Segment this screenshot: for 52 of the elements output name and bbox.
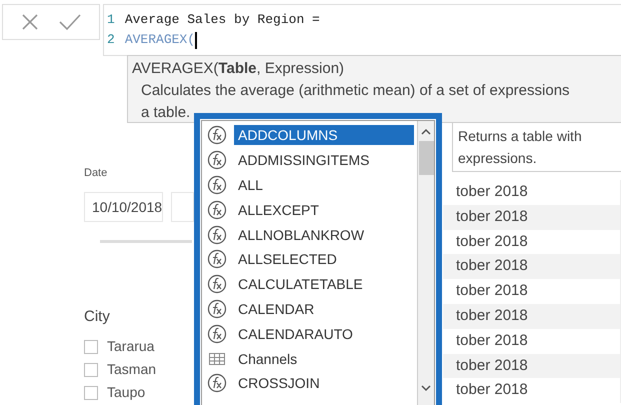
table-row: tober 2018 [443,204,621,230]
suggestion-item[interactable]: CALCULATETABLE [234,274,414,294]
slider-track[interactable] [100,240,192,242]
function-icon [207,373,227,394]
formula-editor[interactable]: 1 Average Sales by Region = 2 AVERAGEX( [103,4,621,56]
suggestion-item[interactable]: ALLSELECTED [234,249,414,270]
function-icon [207,150,227,170]
function-icon [207,249,227,270]
function-icon [207,298,227,319]
function-icon [207,174,227,195]
function-description: Calculates the average (arithmetic mean) of a set of expressions [140,81,571,101]
table-row: tober 2018 [443,254,621,280]
close-icon[interactable] [20,13,38,31]
text-cursor [195,32,198,48]
table-row: tober 2018 [443,304,621,329]
code-line: Average Sales by Region = [124,11,320,29]
suggestion-item[interactable]: CROSSJOIN [234,373,414,394]
checkbox[interactable] [84,386,98,400]
filter-label: Date [84,166,108,181]
checkbox-label: Tasman [107,360,156,379]
suggestion-item[interactable]: ADDCOLUMNS [234,125,414,146]
help-text: expressions. [458,149,537,168]
suggestion-item[interactable]: CALENDARAUTO [234,324,414,344]
table-row: tober 2018 [443,354,621,378]
line-number: 2 [107,31,115,49]
checkbox[interactable] [84,340,98,354]
function-icon [207,200,227,220]
suggestion-item[interactable]: ADDMISSINGITEMS [234,150,414,170]
function-icon [207,324,227,344]
help-text: Returns a table with [458,127,582,146]
function-description: a table. [140,103,190,123]
date-field[interactable]: 10/10/2018 [84,192,164,222]
checkbox-label: Tararua [107,337,154,356]
code-line: AVERAGEX( [124,31,196,49]
function-icon [207,274,227,294]
scroll-thumb[interactable] [418,141,434,175]
function-icon [207,125,227,146]
suggestion-item[interactable]: ALL [234,174,414,195]
checkbox-label: Taupo [107,383,146,402]
table-row: tober 2018 [443,230,621,254]
line-number: 1 [107,11,115,29]
slicer-title: City [84,306,110,326]
suggestion-item[interactable]: ALLEXCEPT [234,200,414,220]
function-icon [207,224,227,245]
scrollbar[interactable] [417,121,434,405]
suggestion-item[interactable]: Channels [234,348,414,369]
checkmark-icon[interactable] [58,13,82,31]
suggestion-item[interactable]: CALENDAR [234,298,414,319]
date-field[interactable] [171,192,194,222]
suggestion-item[interactable]: ALLNOBLANKROW [234,224,414,245]
checkbox[interactable] [84,362,98,376]
function-signature: AVERAGEX(Table, Expression) [132,59,346,79]
